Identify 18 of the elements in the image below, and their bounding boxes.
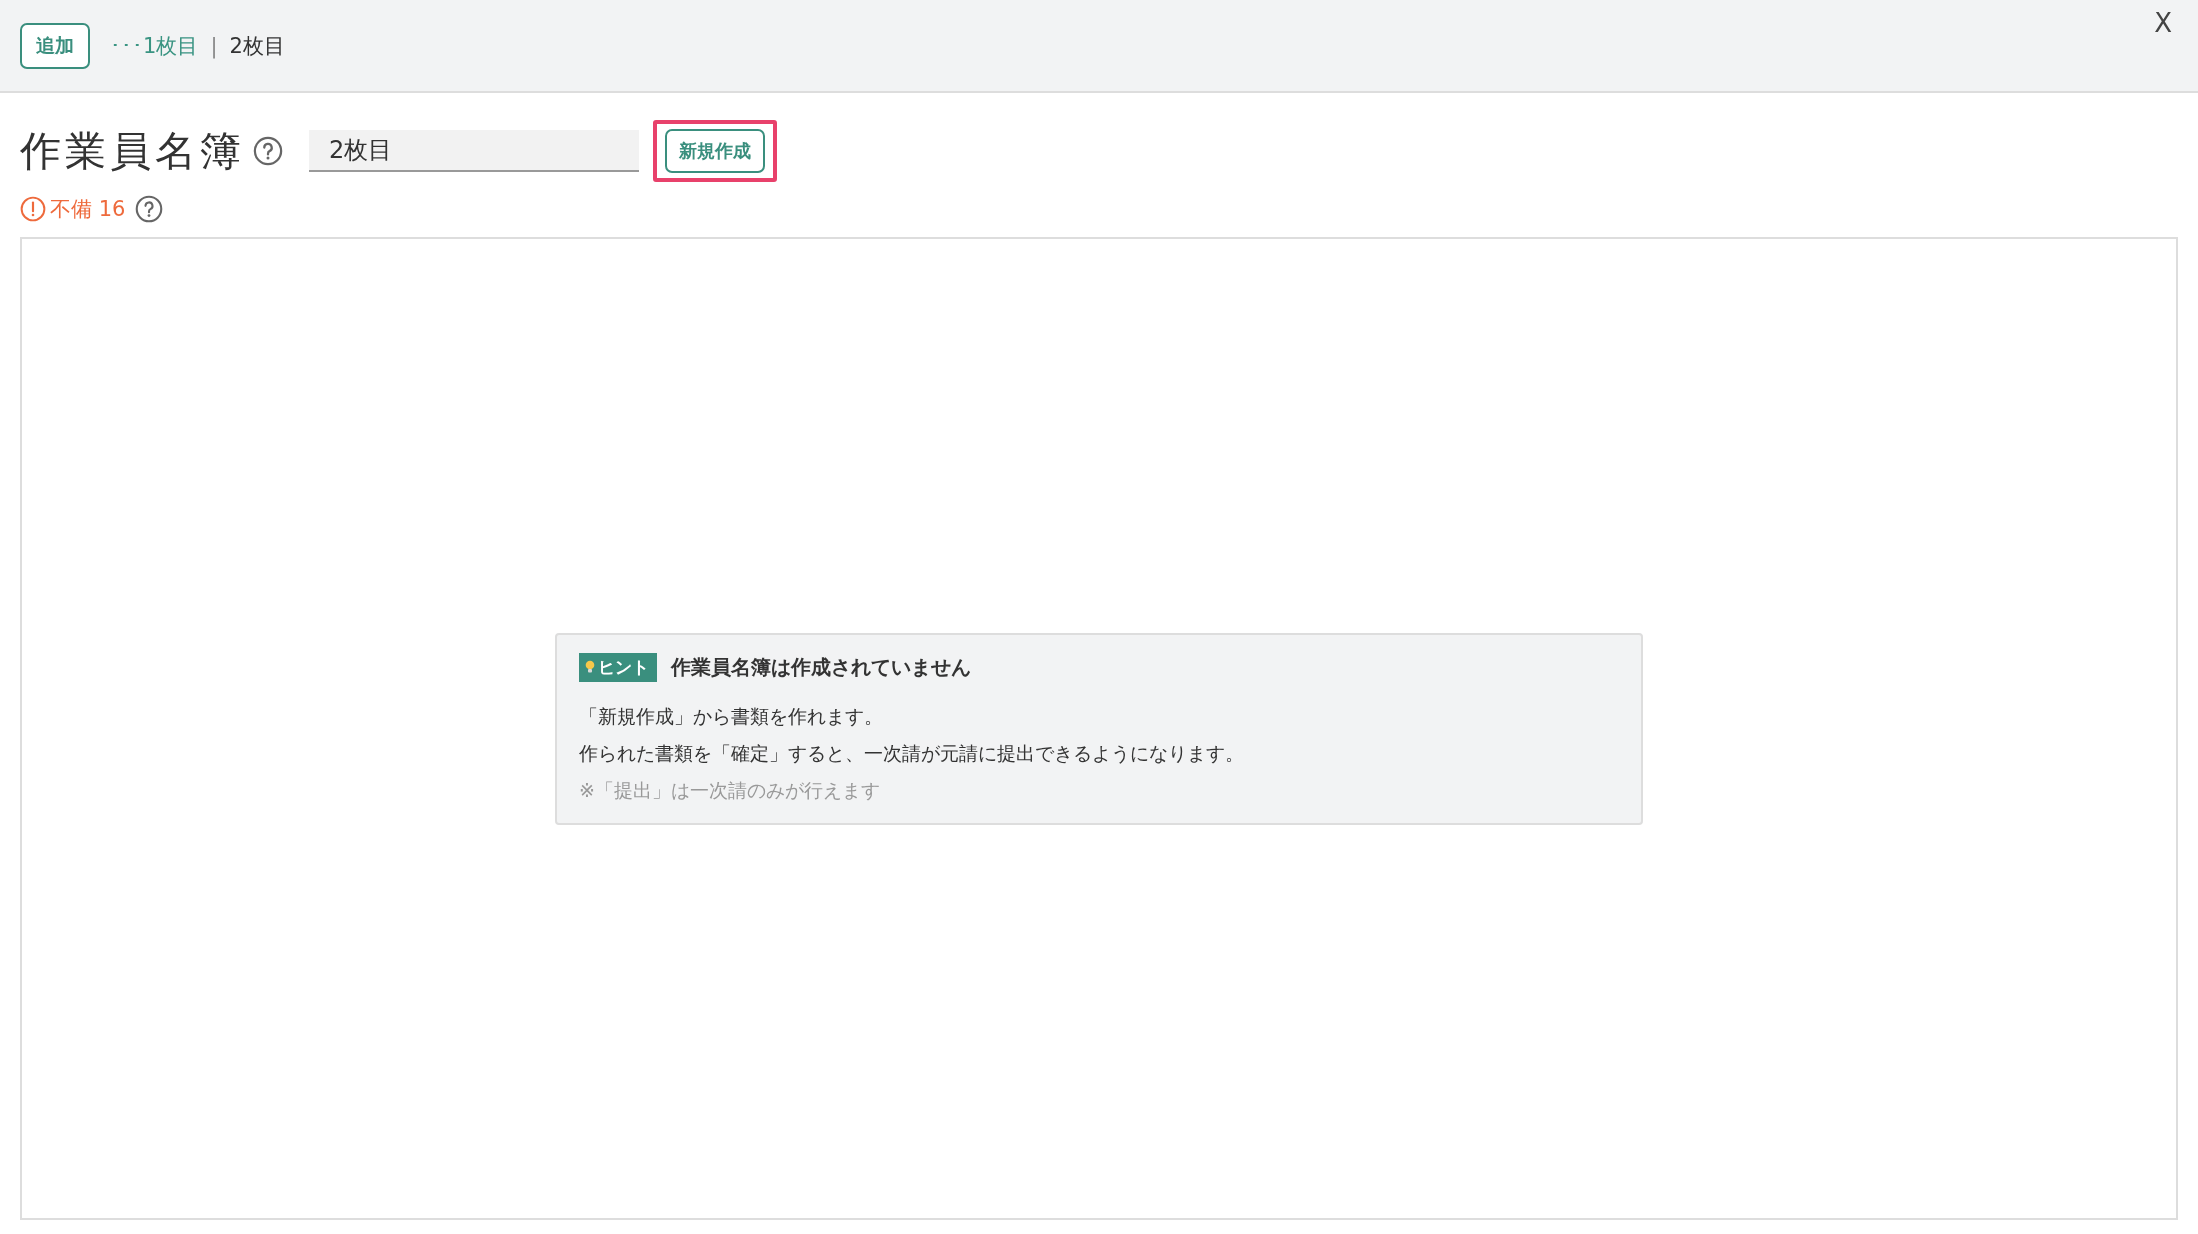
hint-note: ※「提出」は一次請のみが行えます <box>579 777 881 803</box>
warning-icon <box>20 196 46 222</box>
breadcrumb-item: 2枚目 <box>229 32 285 60</box>
breadcrumb-item[interactable]: ･･･1枚目 <box>110 31 199 60</box>
help-icon[interactable] <box>135 195 164 223</box>
light-bulb-icon <box>585 660 595 674</box>
create-new-button[interactable]: 新規作成 <box>665 129 765 173</box>
page-title: 作業員名簿 <box>20 125 245 177</box>
breadcrumb-separator: | <box>210 33 218 58</box>
hint-text: 「新規作成」から書類を作れます。 <box>579 703 884 729</box>
warning-count: 不備 16 <box>50 196 126 223</box>
hint-heading: 作業員名簿は作成されていません <box>671 653 971 681</box>
add-button[interactable]: 追加 <box>20 22 90 69</box>
hint-text: 作られた書類を「確定」すると、一次請が元請に提出できるようになります。 <box>579 740 1245 766</box>
hint-label: ヒント <box>598 655 649 679</box>
sheet-name-field[interactable]: 2枚目 <box>309 130 639 172</box>
help-icon[interactable] <box>253 136 283 166</box>
close-button[interactable]: X <box>2154 8 2172 38</box>
